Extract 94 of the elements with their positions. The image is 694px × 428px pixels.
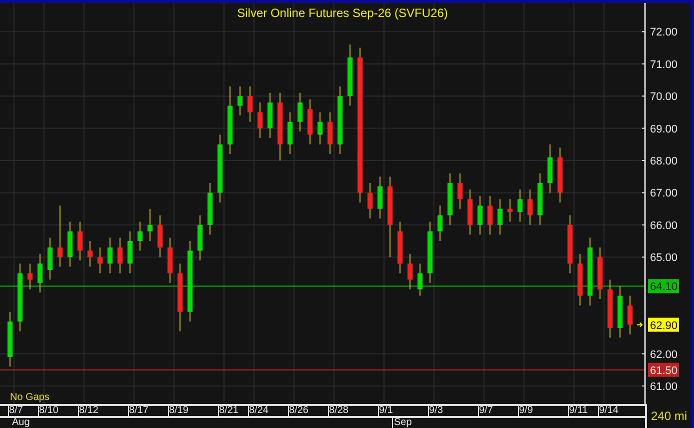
price-axis-label: 71.00: [650, 58, 678, 71]
candlestick: [108, 237, 112, 274]
no-gaps-label: No Gaps: [10, 392, 50, 403]
candlestick: [628, 295, 632, 335]
candlestick: [268, 92, 272, 138]
candlestick: [328, 112, 332, 155]
month-axis-label: Sep: [392, 418, 645, 428]
arrow-icon: [636, 322, 643, 328]
price-axis-label: 66.00: [650, 220, 678, 232]
candlestick: [598, 246, 602, 300]
date-axis-label: 8/21: [219, 406, 240, 416]
candlestick: [198, 214, 202, 261]
price-axis-label: 61.00: [650, 380, 678, 393]
candlestick: [158, 214, 162, 258]
candlestick: [338, 86, 342, 155]
candlestick: [118, 237, 122, 274]
date-axis-label: 8/17: [129, 406, 150, 416]
candlestick: [538, 172, 542, 226]
date-axis-label: 8/26: [289, 406, 310, 416]
date-axis-label: 8/12: [79, 406, 100, 416]
candlestick: [148, 208, 152, 242]
candlestick: [478, 195, 482, 236]
date-axis-label: 8/28: [329, 406, 350, 416]
price-tag: 64.10: [648, 279, 679, 294]
price-axis-label: 68.00: [650, 156, 678, 168]
candlestick: [168, 237, 172, 284]
price-axis-label: 72.00: [650, 26, 678, 39]
candlestick: [28, 263, 32, 290]
candlestick: [428, 221, 432, 284]
candlestick: [518, 189, 522, 222]
candlestick: [468, 189, 472, 236]
candlestick: [238, 86, 242, 116]
candlestick: [488, 195, 492, 236]
date-axis-label: 8/19: [169, 406, 190, 416]
candlestick: [318, 112, 322, 145]
candlestick: [308, 98, 312, 145]
candlestick: [548, 144, 552, 194]
price-tag: 62.90: [648, 318, 679, 332]
interval-label: 240 mi: [651, 409, 688, 423]
candlestick: [368, 182, 372, 219]
candlestick: [68, 221, 72, 268]
chart-title: Silver Online Futures Sep-26 (SVFU26): [237, 6, 448, 20]
candlestick: [208, 182, 212, 236]
candlestick: [508, 198, 512, 222]
date-axis-label: 8/7: [9, 406, 24, 416]
candlestick: [88, 240, 92, 268]
candlestick: [448, 172, 452, 226]
date-axis-label: 9/7: [479, 406, 494, 416]
candlestick: [578, 253, 582, 306]
candlestick: [588, 237, 592, 306]
candlestick: [608, 279, 612, 338]
candlestick: [18, 263, 22, 332]
candlestick: [8, 311, 12, 368]
candlestick: [418, 263, 422, 296]
candlestick: [408, 253, 412, 290]
candlestick: [58, 205, 62, 268]
candlestick: [438, 205, 442, 242]
candlestick: [98, 246, 102, 274]
candlestick: [568, 214, 572, 274]
candlestick: [228, 86, 232, 155]
month-axis-label: Aug: [11, 418, 31, 428]
candlestick: [128, 230, 132, 274]
candlestick: [498, 198, 502, 236]
candlestick: [218, 134, 222, 203]
candlestick: [138, 221, 142, 252]
price-axis-label: 70.00: [650, 91, 678, 104]
candlestick: [258, 102, 262, 138]
date-axis-label: 9/14: [599, 406, 620, 416]
candlestick: [178, 263, 182, 332]
date-axis-label: 8/24: [249, 406, 270, 416]
candlestick: [78, 221, 82, 261]
date-axis-label: 9/9: [519, 406, 534, 416]
candlestick: [528, 189, 532, 226]
price-axis-label: 69.00: [650, 123, 678, 136]
candlestick: [558, 147, 562, 203]
candlestick: [298, 92, 302, 132]
candlestick: [398, 221, 402, 274]
candlestick: [38, 253, 42, 294]
candlestick: [248, 86, 252, 122]
candlestick: [348, 44, 352, 106]
date-axis-label: 8/10: [39, 406, 60, 416]
date-axis-label: 9/11: [569, 406, 589, 416]
candlestick: [378, 176, 382, 219]
candlestick: [458, 172, 462, 210]
price-axis-label: 62.00: [650, 348, 678, 361]
candlestick: [618, 286, 622, 338]
candlestick: [278, 92, 282, 161]
date-axis-label: 9/1: [379, 406, 394, 416]
candlestick: [288, 112, 292, 155]
price-axis-label: 67.00: [650, 188, 678, 200]
price-axis-label: 65.00: [650, 252, 678, 264]
date-axis-label: 9/3: [429, 406, 444, 416]
candlestick: [48, 237, 52, 280]
price-tag: 61.50: [648, 362, 679, 377]
